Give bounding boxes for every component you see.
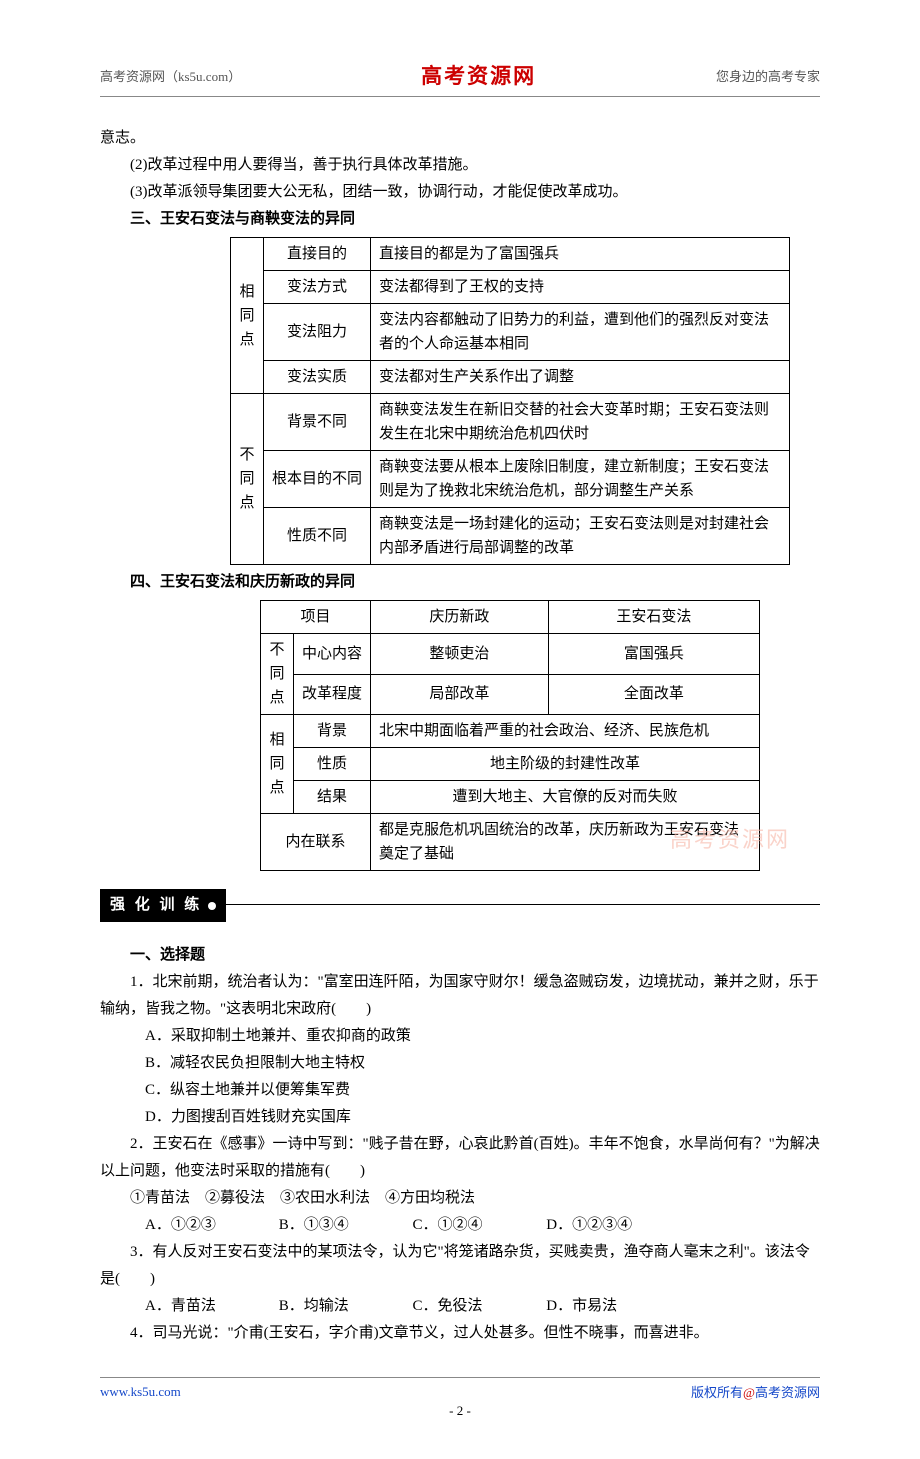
mcq-title: 一、选择题 [100, 942, 820, 969]
header-right: 您身边的高考专家 [716, 66, 820, 85]
training-banner: 强 化 训 练 [100, 889, 226, 922]
table-row: 项目 庆历新政 王安石变法 [261, 601, 760, 634]
intro-line-2: (3)改革派领导集团要大公无私，团结一致，协调行动，才能促使改革成功。 [100, 179, 820, 206]
q2-choice-b: B．①③④ [279, 1212, 409, 1239]
cell-text: 整顿吏治 [371, 634, 549, 675]
cell-text: 富国强兵 [548, 634, 759, 675]
q1-choice-d: D．力图搜刮百姓钱财充实国库 [145, 1104, 820, 1131]
table-row: 性质 地主阶级的封建性改革 [261, 748, 760, 781]
cell-text: 地主阶级的封建性改革 [371, 748, 760, 781]
q3-choice-d: D．市易法 [546, 1293, 676, 1320]
q1-stem: 1．北宋前期，统治者认为："富室田连阡陌，为国家守财尔！缓急盗贼窃发，边境扰动，… [100, 969, 820, 1023]
cell-label: 性质不同 [264, 508, 371, 565]
table-row: 变法方式 变法都得到了王权的支持 [231, 271, 790, 304]
group-same: 相同点 [231, 238, 264, 394]
cell-text: 变法都得到了王权的支持 [371, 271, 790, 304]
header-left: 高考资源网（ks5u.com） [100, 66, 241, 85]
footer-right-prefix: 版权所有 [691, 1385, 743, 1400]
table-row: 不同点 背景不同 商鞅变法发生在新旧交替的社会大变革时期；王安石变法则发生在北宋… [231, 394, 790, 451]
q3-choice-a: A．青苗法 [145, 1293, 275, 1320]
q2-choice-d: D．①②③④ [546, 1212, 676, 1239]
cell-label: 结果 [294, 781, 371, 814]
at-icon: @ [743, 1385, 755, 1400]
header-center-logo: 高考资源网 [421, 60, 536, 90]
cell-header: 庆历新政 [371, 601, 549, 634]
group-diff: 不同点 [261, 634, 294, 715]
training-banner-row: 强 化 训 练 [100, 879, 820, 928]
table-row: 变法阻力 变法内容都触动了旧势力的利益，遭到他们的强烈反对变法者的个人命运基本相… [231, 304, 790, 361]
q1-choice-a: A．采取抑制土地兼并、重农抑商的政策 [145, 1023, 820, 1050]
q2-items: ①青苗法 ②募役法 ③农田水利法 ④方田均税法 [100, 1185, 820, 1212]
table-row: 改革程度 局部改革 全面改革 [261, 674, 760, 715]
footer-url: www.ks5u.com [100, 1384, 181, 1400]
q2-choice-a: A．①②③ [145, 1212, 275, 1239]
q2-stem: 2．王安石在《感事》一诗中写到："贱子昔在野，心哀此黔首(百姓)。丰年不饱食，水… [100, 1131, 820, 1185]
table-row: 性质不同 商鞅变法是一场封建化的运动；王安石变法则是对封建社会内部矛盾进行局部调… [231, 508, 790, 565]
table-row: 不同点 中心内容 整顿吏治 富国强兵 [261, 634, 760, 675]
table-row: 根本目的不同 商鞅变法要从根本上废除旧制度，建立新制度；王安石变法则是为了挽救北… [231, 451, 790, 508]
cell-label: 中心内容 [294, 634, 371, 675]
cell-label: 内在联系 [261, 814, 371, 871]
q2-choice-c: C．①②④ [413, 1212, 543, 1239]
cell-text: 都是克服危机巩固统治的改革，庆历新政为王安石变法奠定了基础 [371, 814, 760, 871]
cell-text: 变法都对生产关系作出了调整 [371, 361, 790, 394]
cell-label: 变法阻力 [264, 304, 371, 361]
cell-text: 遭到大地主、大官僚的反对而失败 [371, 781, 760, 814]
q3-choice-c: C．免役法 [413, 1293, 543, 1320]
page-number: - 2 - [100, 1403, 820, 1419]
cell-text: 商鞅变法是一场封建化的运动；王安石变法则是对封建社会内部矛盾进行局部调整的改革 [371, 508, 790, 565]
table-row: 相同点 背景 北宋中期面临着严重的社会政治、经济、民族危机 [261, 715, 760, 748]
table-section-4: 项目 庆历新政 王安石变法 不同点 中心内容 整顿吏治 富国强兵 改革程度 局部… [260, 600, 760, 871]
cell-label: 变法方式 [264, 271, 371, 304]
cell-text: 北宋中期面临着严重的社会政治、经济、民族危机 [371, 715, 760, 748]
table-row: 结果 遭到大地主、大官僚的反对而失败 [261, 781, 760, 814]
table-row: 变法实质 变法都对生产关系作出了调整 [231, 361, 790, 394]
cell-label: 根本目的不同 [264, 451, 371, 508]
group-diff: 不同点 [231, 394, 264, 565]
cell-label: 直接目的 [264, 238, 371, 271]
q3-choices: A．青苗法 B．均输法 C．免役法 D．市易法 [100, 1293, 820, 1320]
section-4-title: 四、王安石变法和庆历新政的异同 [100, 569, 820, 596]
table-section-3: 相同点 直接目的 直接目的都是为了富国强兵 变法方式 变法都得到了王权的支持 变… [230, 237, 790, 565]
cell-label: 背景 [294, 715, 371, 748]
cell-text: 商鞅变法要从根本上废除旧制度，建立新制度；王安石变法则是为了挽救北宋统治危机，部… [371, 451, 790, 508]
table-row: 相同点 直接目的 直接目的都是为了富国强兵 [231, 238, 790, 271]
q3-choice-b: B．均输法 [279, 1293, 409, 1320]
cell-label: 背景不同 [264, 394, 371, 451]
q1-choice-c: C．纵容土地兼并以便筹集军费 [145, 1077, 820, 1104]
intro-line-0: 意志。 [100, 125, 820, 152]
cell-text: 商鞅变法发生在新旧交替的社会大变革时期；王安石变法则发生在北宋中期统治危机四伏时 [371, 394, 790, 451]
q2-choices: A．①②③ B．①③④ C．①②④ D．①②③④ [100, 1212, 820, 1239]
q1-choice-b: B．减轻农民负担限制大地主特权 [145, 1050, 820, 1077]
section-3-title: 三、王安石变法与商鞅变法的异同 [100, 206, 820, 233]
page-header: 高考资源网（ks5u.com） 高考资源网 您身边的高考专家 [100, 60, 820, 97]
cell-header: 项目 [261, 601, 371, 634]
page-footer: www.ks5u.com 版权所有@高考资源网 [100, 1377, 820, 1401]
cell-label: 变法实质 [264, 361, 371, 394]
cell-text: 直接目的都是为了富国强兵 [371, 238, 790, 271]
group-same: 相同点 [261, 715, 294, 814]
cell-text: 全面改革 [548, 674, 759, 715]
cell-label: 性质 [294, 748, 371, 781]
table-row: 内在联系 都是克服危机巩固统治的改革，庆历新政为王安石变法奠定了基础 [261, 814, 760, 871]
q4-stem: 4．司马光说："介甫(王安石，字介甫)文章节义，过人处甚多。但性不晓事，而喜进非… [100, 1320, 820, 1347]
intro-line-1: (2)改革过程中用人要得当，善于执行具体改革措施。 [100, 152, 820, 179]
divider-line [226, 903, 820, 905]
footer-copyright: 版权所有@高考资源网 [691, 1382, 820, 1401]
cell-header: 王安石变法 [548, 601, 759, 634]
cell-text: 局部改革 [371, 674, 549, 715]
cell-label: 改革程度 [294, 674, 371, 715]
footer-right-suffix: 高考资源网 [755, 1385, 820, 1400]
cell-text: 变法内容都触动了旧势力的利益，遭到他们的强烈反对变法者的个人命运基本相同 [371, 304, 790, 361]
q3-stem: 3．有人反对王安石变法中的某项法令，认为它"将笼诸路杂货，买贱卖贵，渔夺商人毫末… [100, 1239, 820, 1293]
